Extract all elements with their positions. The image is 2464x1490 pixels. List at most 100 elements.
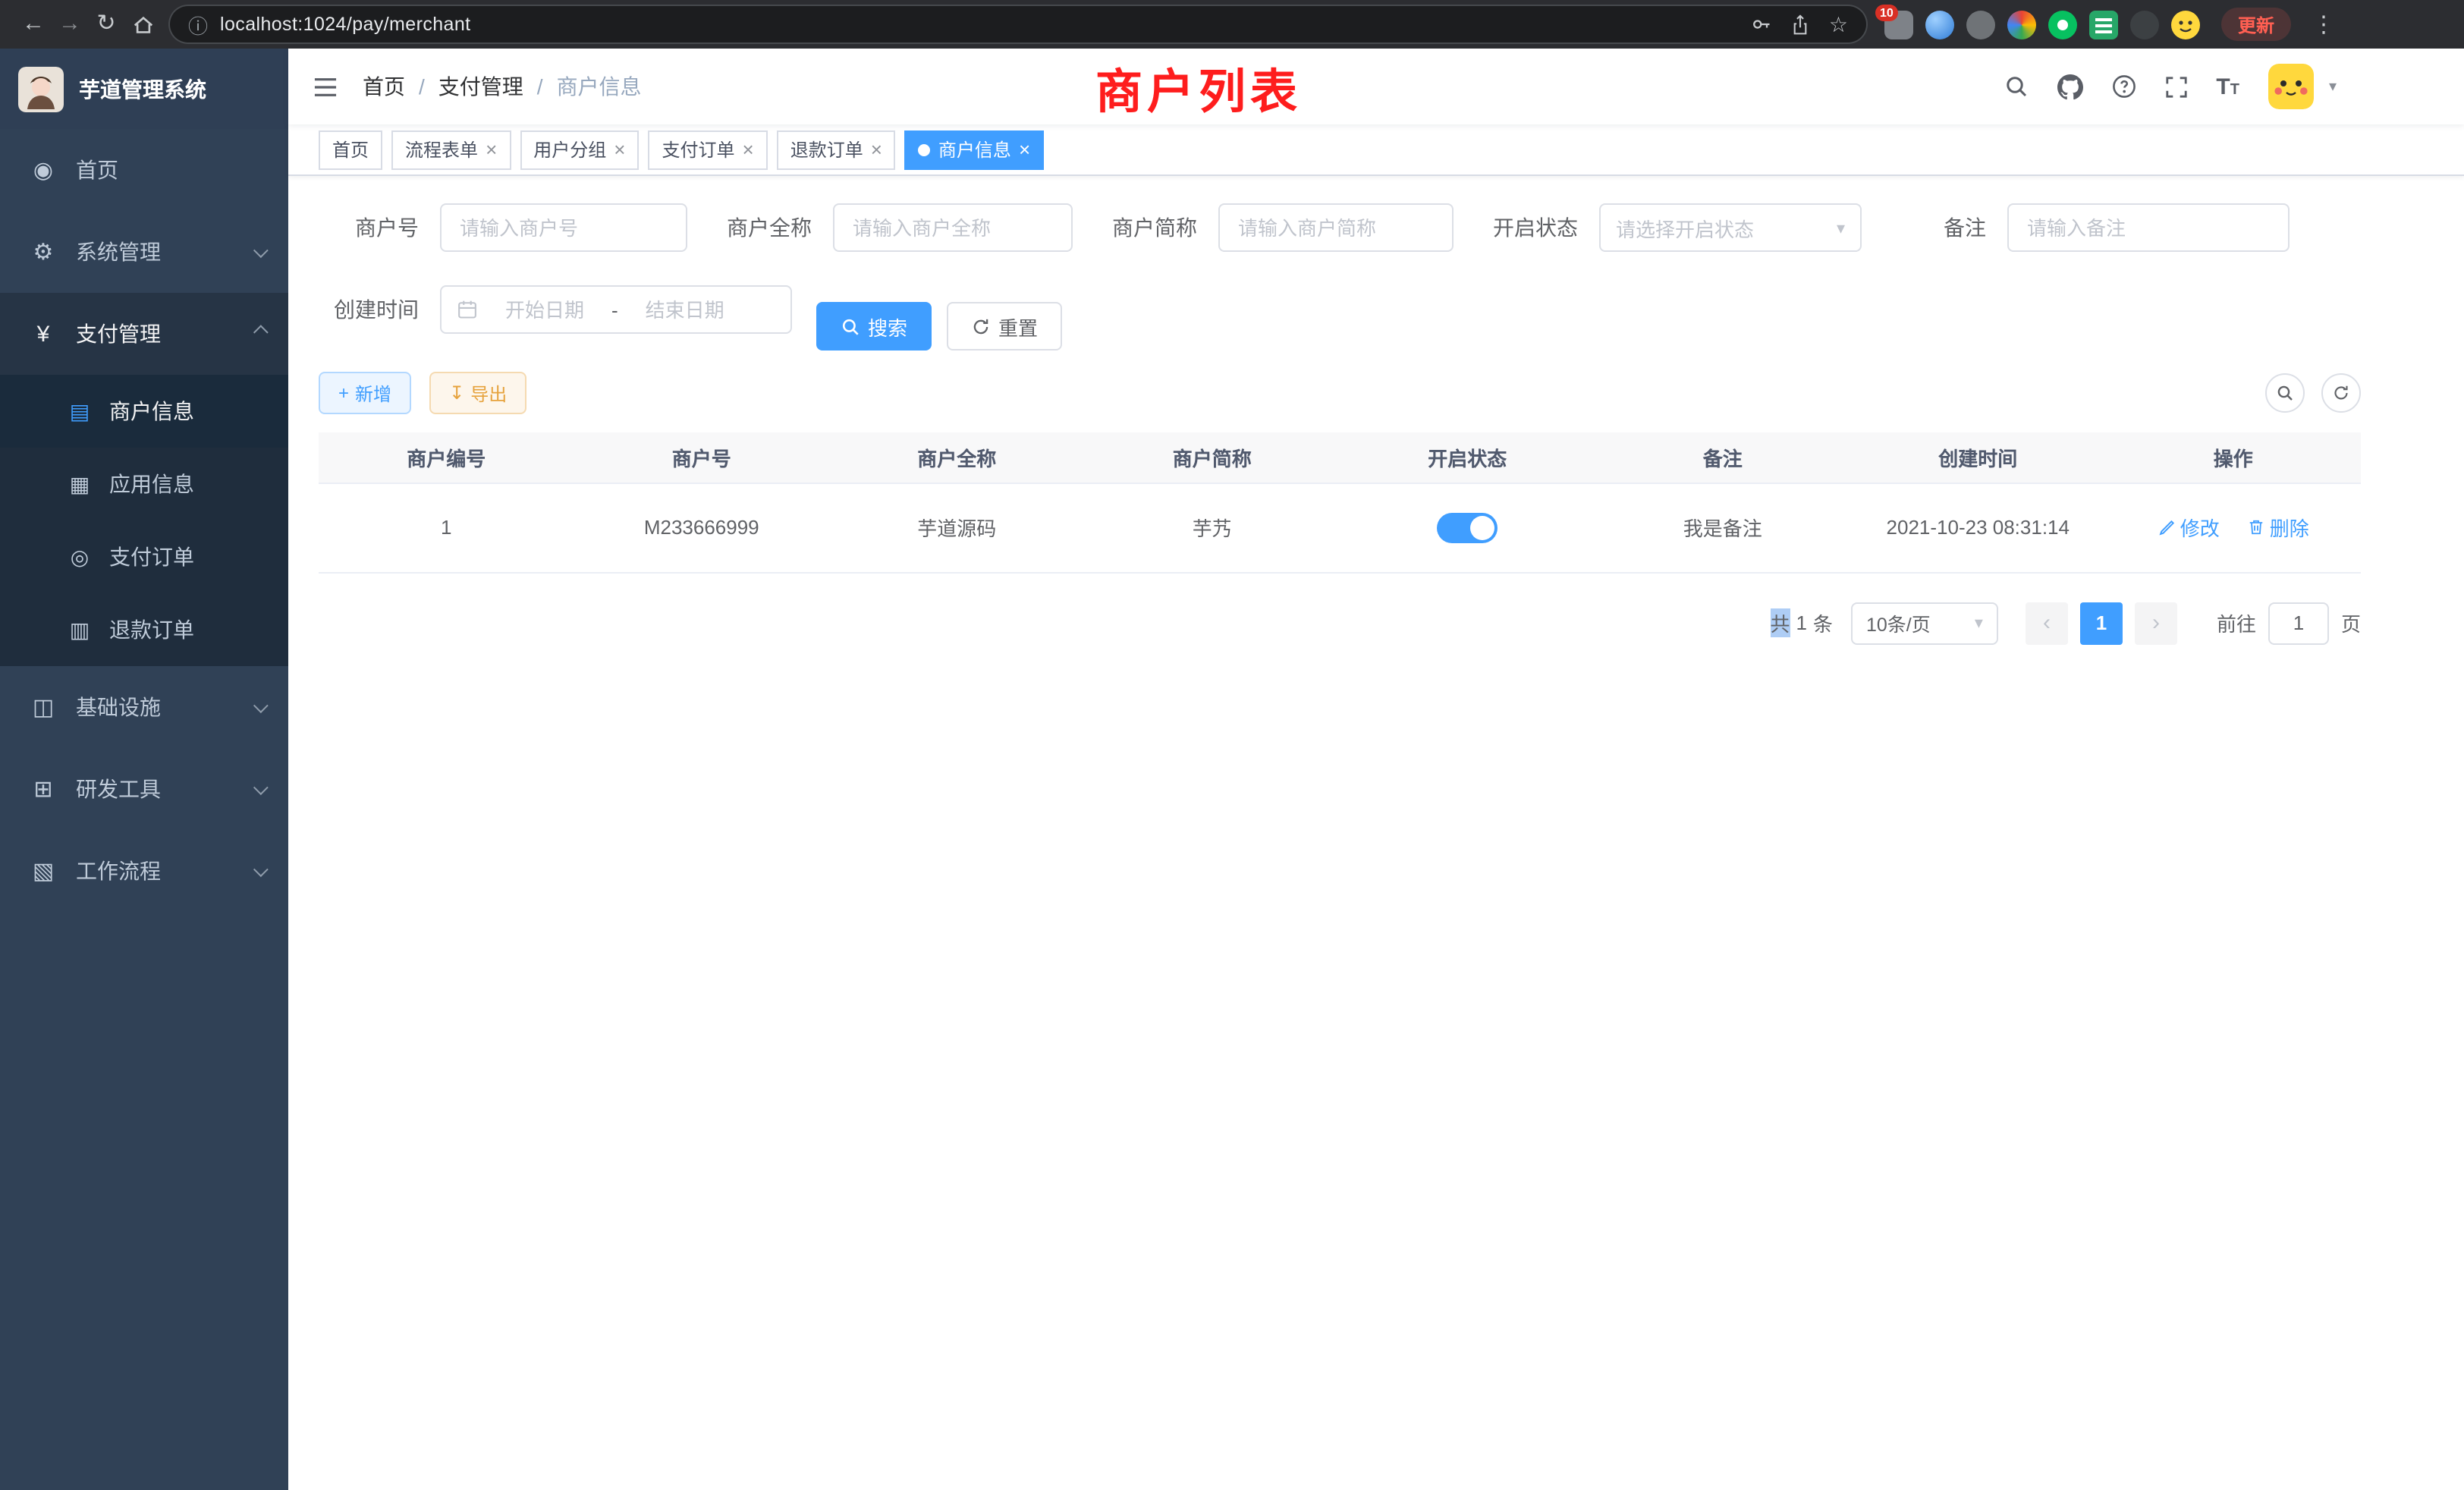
select-placeholder: 请选择开启状态 [1616,213,1754,242]
start-date-input[interactable] [486,298,604,321]
back-icon[interactable]: ← [15,0,52,49]
sidebar-item-devtools[interactable]: ⊞ 研发工具 [0,748,288,830]
end-date-input[interactable] [626,298,744,321]
breadcrumb-payment[interactable]: 支付管理 [438,71,523,102]
toggle-search-button[interactable] [2265,373,2305,413]
tab-refund-order[interactable]: 退款订单 × [777,130,896,169]
hamburger-icon[interactable] [288,75,363,98]
forward-icon[interactable]: → [52,0,88,49]
merchant-no-input[interactable] [440,203,687,252]
add-button[interactable]: + 新增 [319,372,411,414]
download-icon: ↧ [449,382,464,404]
address-bar[interactable]: ⓘ localhost:1024/pay/merchant ☆ [170,6,1866,42]
sidebar-item-refund-order[interactable]: ▥ 退款订单 [0,593,288,666]
refresh-icon [2332,384,2350,402]
sidebar-item-label: 系统管理 [76,237,161,267]
field-merchant-no: 商户号 [319,203,687,252]
password-key-icon[interactable] [1752,14,1773,35]
extension-gray-icon[interactable] [1966,10,1995,39]
tab-merchant-info[interactable]: 商户信息 × [905,130,1044,169]
home-icon[interactable] [124,0,161,49]
share-icon[interactable] [1791,13,1811,36]
sidebar-item-infra[interactable]: ◫ 基础设施 [0,666,288,748]
search-button[interactable]: 搜索 [816,302,932,350]
full-name-input[interactable] [833,203,1073,252]
page-size-value: 10条/页 [1866,608,1931,637]
chevron-down-icon[interactable]: ▾ [2329,78,2337,95]
breadcrumb-separator: / [537,74,543,99]
edit-button[interactable]: 修改 [2158,514,2220,542]
short-name-input[interactable] [1218,203,1454,252]
status-select[interactable]: 请选择开启状态 ▾ [1599,203,1862,252]
extension-color-icon[interactable] [2007,10,2036,39]
infra-icon: ◫ [30,693,56,721]
close-icon[interactable]: × [743,140,754,159]
active-dot [919,143,931,156]
extension-dark-icon[interactable] [2130,10,2159,39]
field-full-name: 商户全称 [712,203,1073,252]
sidebar-item-workflow[interactable]: ▧ 工作流程 [0,830,288,912]
delete-button[interactable]: 删除 [2247,513,2309,542]
sidebar-item-system[interactable]: ⚙ 系统管理 [0,211,288,293]
tab-home[interactable]: 首页 [319,130,382,169]
date-range-picker[interactable]: - [440,285,792,334]
breadcrumb-home[interactable]: 首页 [363,71,405,102]
close-icon[interactable]: × [1019,140,1030,159]
sidebar-item-payment[interactable]: ¥ 支付管理 [0,293,288,375]
user-avatar[interactable] [2268,64,2314,109]
tab-process-form[interactable]: 流程表单 × [391,130,511,169]
extension-toolbar: 10 [1884,10,2200,39]
export-button-label: 导出 [470,380,507,406]
table-tools [2265,373,2361,413]
trash-icon [2247,517,2265,537]
extensions-puzzle-icon[interactable]: 10 [1884,10,1913,39]
refresh-table-button[interactable] [2321,373,2361,413]
reload-icon[interactable]: ↻ [88,0,124,49]
tab-user-group[interactable]: 用户分组 × [520,130,639,169]
profile-avatar-icon[interactable] [2171,10,2200,39]
cell-actions: 修改 删除 [2106,483,2362,572]
sidebar-item-label: 应用信息 [109,469,194,499]
col-merchant-no: 商户号 [574,432,830,483]
sidebar-item-app-info[interactable]: ▦ 应用信息 [0,448,288,520]
search-form: 商户号 商户全称 商户简称 开启状态 [319,203,2361,367]
fullscreen-icon[interactable] [2164,75,2187,98]
tags-view: 首页 流程表单 × 用户分组 × 支付订单 × 退款订单 × [288,124,2464,176]
cell-merchant-id: 1 [319,483,574,572]
site-info-icon[interactable]: ⓘ [188,10,208,39]
search-icon[interactable] [2004,74,2028,99]
export-button[interactable]: ↧ 导出 [429,372,526,414]
extension-green-square-icon[interactable] [2089,10,2118,39]
extension-green-circle-icon[interactable] [2048,10,2077,39]
merchant-card-icon: ▤ [67,398,93,424]
sidebar-item-label: 退款订单 [109,615,194,645]
prev-page-button[interactable]: ‹ [2026,602,2068,644]
close-icon[interactable]: × [871,140,882,159]
sidebar-item-home[interactable]: ◉ 首页 [0,129,288,211]
font-size-icon[interactable]: TT [2216,74,2239,99]
browser-update-button[interactable]: 更新 [2221,8,2291,41]
close-icon[interactable]: × [614,140,625,159]
close-icon[interactable]: × [486,140,497,159]
app-logo[interactable]: 芋道管理系统 [0,49,288,129]
add-button-label: 新增 [355,380,391,406]
sidebar-item-merchant-info[interactable]: ▤ 商户信息 [0,375,288,448]
status-switch[interactable] [1437,512,1498,542]
bookmark-star-icon[interactable]: ☆ [1829,11,1848,37]
extension-drop-icon[interactable] [1925,10,1954,39]
next-page-button[interactable]: › [2135,602,2177,644]
table-header-row: 商户编号 商户号 商户全称 商户简称 开启状态 备注 创建时间 操作 [319,432,2361,483]
search-button-label: 搜索 [868,312,907,341]
tab-label: 退款订单 [790,137,863,162]
help-icon[interactable] [2111,74,2136,99]
goto-page-input[interactable] [2268,602,2329,644]
browser-menu-icon[interactable]: ⋮ [2312,11,2335,38]
tab-pay-order[interactable]: 支付订单 × [648,130,767,169]
remark-input[interactable] [2007,203,2290,252]
page-number-1[interactable]: 1 [2080,602,2123,644]
github-icon[interactable] [2057,74,2082,99]
devtools-icon: ⊞ [30,775,56,803]
reset-button[interactable]: 重置 [947,302,1062,350]
page-size-select[interactable]: 10条/页 ▾ [1851,602,1998,644]
sidebar-item-pay-order[interactable]: ◎ 支付订单 [0,520,288,593]
